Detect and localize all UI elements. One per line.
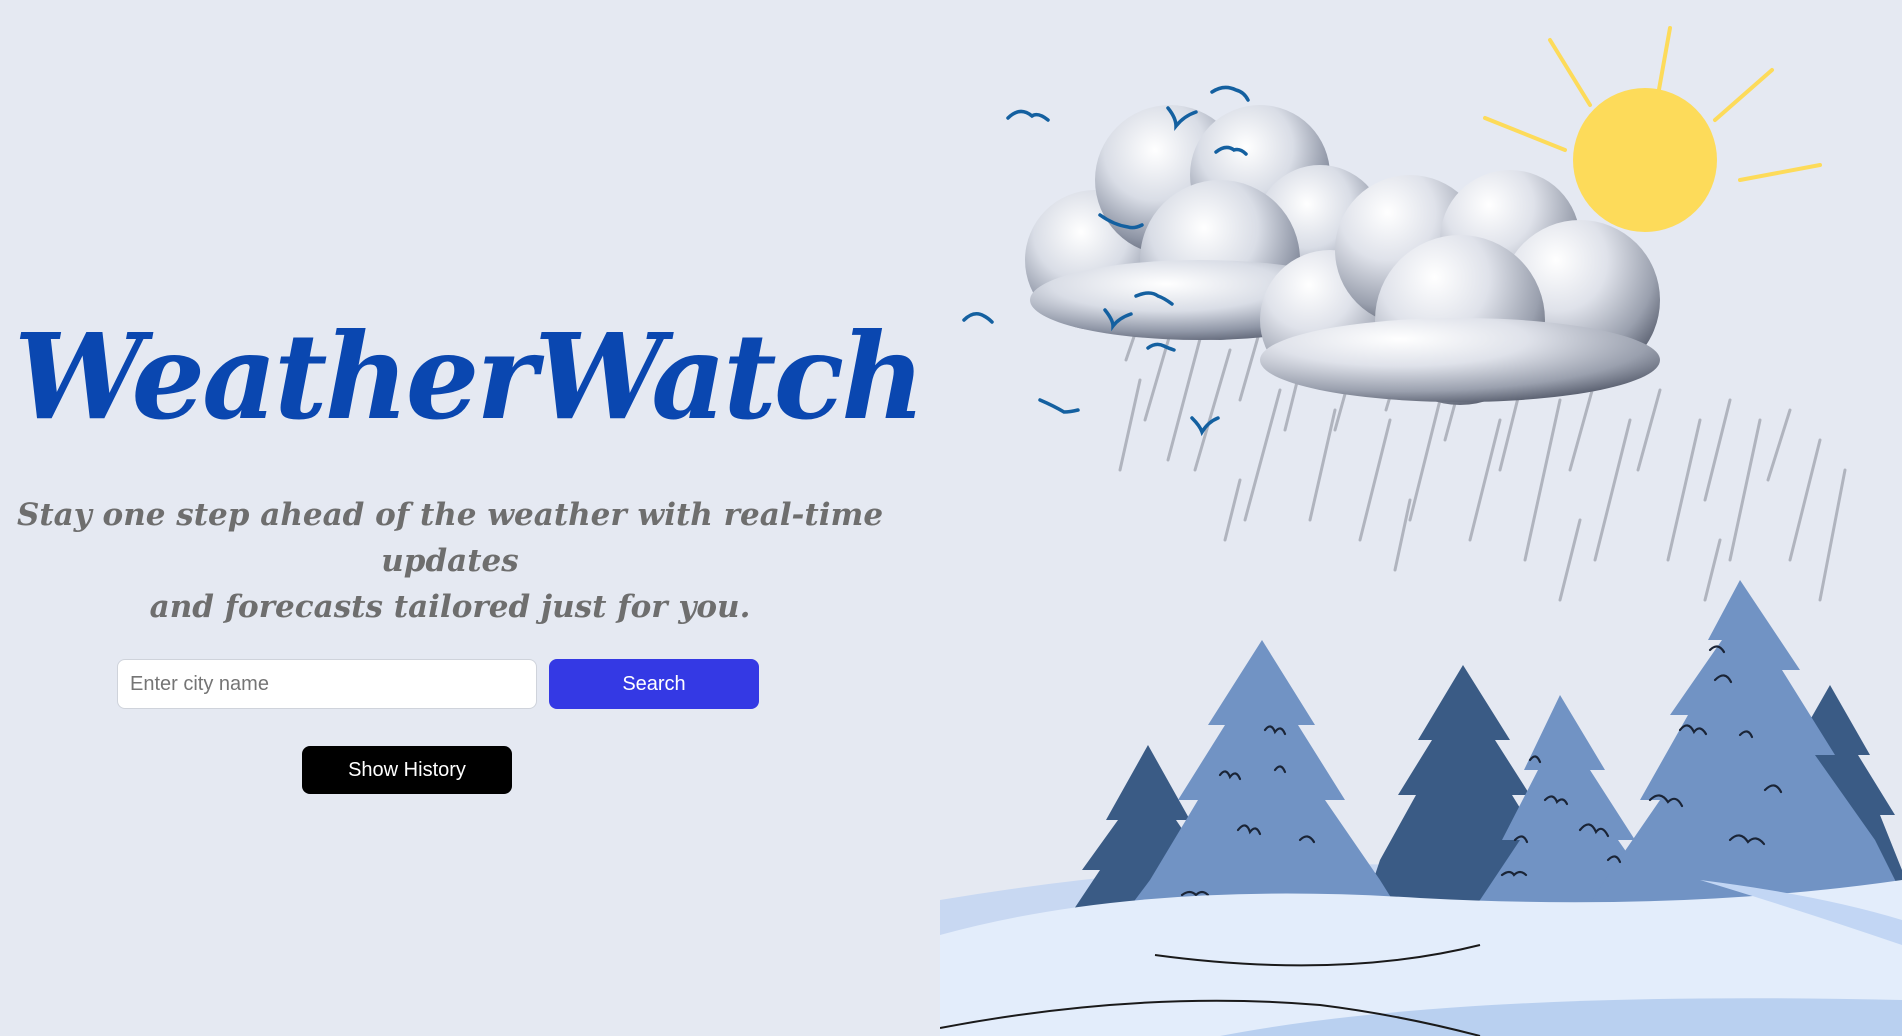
city-search-input[interactable] xyxy=(117,659,537,709)
weather-illustration xyxy=(940,0,1902,1036)
tagline: Stay one step ahead of the weather with … xyxy=(0,492,900,630)
tagline-line-2: and forecasts tailored just for you. xyxy=(149,589,751,625)
search-button[interactable]: Search xyxy=(549,659,759,709)
search-form: Search xyxy=(117,659,759,709)
weatherwatch-page: WeatherWatch Stay one step ahead of the … xyxy=(0,0,1902,1036)
page-title: WeatherWatch xyxy=(14,307,925,446)
show-history-button[interactable]: Show History xyxy=(302,746,512,794)
hero-section: WeatherWatch Stay one step ahead of the … xyxy=(0,0,925,1036)
pine-tree-icon xyxy=(1120,580,1900,920)
tagline-line-1: Stay one step ahead of the weather with … xyxy=(16,497,884,579)
